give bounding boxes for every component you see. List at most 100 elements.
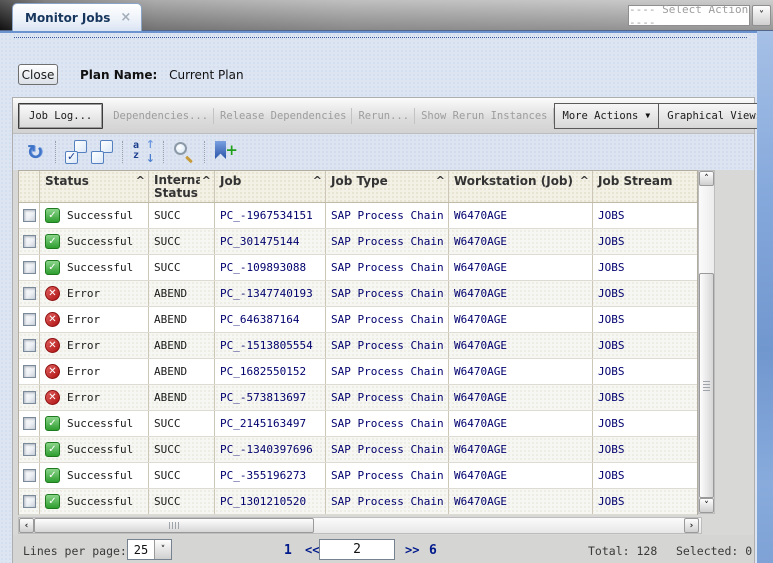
sort-icon[interactable]: az ↑ ↓ xyxy=(130,139,156,165)
scroll-down-button[interactable]: ˅ xyxy=(699,498,714,513)
job-type-cell: SAP Process Chain xyxy=(326,437,449,462)
table-row[interactable]: ✕ Error ABEND PC_646387164 SAP Process C… xyxy=(19,307,697,333)
page-number-input[interactable] xyxy=(319,539,395,560)
horizontal-scrollbar-thumb[interactable] xyxy=(34,518,314,533)
scroll-right-button[interactable]: › xyxy=(684,518,699,533)
table-row[interactable]: ✓ Successful SUCC PC_1301210520 SAP Proc… xyxy=(19,489,697,515)
table-row[interactable]: ✕ Error ABEND PC_-1513805554 SAP Process… xyxy=(19,333,697,359)
lines-per-page-chevron-button[interactable]: ˅ xyxy=(154,540,171,559)
row-checkbox[interactable] xyxy=(23,469,36,482)
sort-ascending-icon[interactable]: ^ xyxy=(313,174,322,187)
job-stream-cell: JOBS xyxy=(593,359,697,384)
job-link[interactable]: PC_-355196273 xyxy=(215,463,326,488)
page-last-link[interactable]: 6 xyxy=(429,543,437,558)
job-link[interactable]: PC_1682550152 xyxy=(215,359,326,384)
row-checkbox[interactable] xyxy=(23,417,36,430)
sort-ascending-icon[interactable]: ^ xyxy=(136,174,145,187)
table-row[interactable]: ✕ Error ABEND PC_1682550152 SAP Process … xyxy=(19,359,697,385)
workstation-cell: W6470AGE xyxy=(449,333,593,358)
content-panel: Close Plan Name: Current Plan Job Log...… xyxy=(0,31,757,563)
vertical-scrollbar-thumb[interactable] xyxy=(699,273,714,498)
header-status[interactable]: Status ^ xyxy=(40,171,149,202)
job-type-cell: SAP Process Chain xyxy=(326,255,449,280)
header-job-stream[interactable]: Job Stream xyxy=(593,171,697,202)
job-link[interactable]: PC_301475144 xyxy=(215,229,326,254)
sort-ascending-icon[interactable]: ^ xyxy=(202,174,211,187)
lines-per-page-label: Lines per page: xyxy=(23,544,127,558)
page-previous-link[interactable]: << xyxy=(305,543,319,557)
job-link[interactable]: PC_-1340397696 xyxy=(215,437,326,462)
close-button[interactable]: Close xyxy=(18,64,58,85)
toolbar-button-show-rerun-instances[interactable]: Show Rerun Instances xyxy=(415,103,553,129)
table-row[interactable]: ✓ Successful SUCC PC_-1340397696 SAP Pro… xyxy=(19,437,697,463)
job-link[interactable]: PC_-1967534151 xyxy=(215,203,326,228)
internal-status-cell: ABEND xyxy=(149,307,215,332)
table-row[interactable]: ✓ Successful SUCC PC_-109893088 SAP Proc… xyxy=(19,255,697,281)
job-link[interactable]: PC_-1347740193 xyxy=(215,281,326,306)
row-checkbox[interactable] xyxy=(23,235,36,248)
tab-bar: Monitor Jobs × ---- Select Action ---- ˅ xyxy=(0,0,773,31)
toolbar-button-graphical-views[interactable]: Graphical Views ▼ xyxy=(659,103,773,129)
table-row[interactable]: ✓ Successful SUCC PC_-1967534151 SAP Pro… xyxy=(19,203,697,229)
workstation-cell: W6470AGE xyxy=(449,411,593,436)
tab-monitor-jobs[interactable]: Monitor Jobs × xyxy=(12,3,142,31)
scroll-left-button[interactable]: ‹ xyxy=(19,518,34,533)
header-workstation[interactable]: Workstation (Job) ^ xyxy=(449,171,593,202)
sort-ascending-icon[interactable]: ^ xyxy=(580,174,589,187)
status-text: Error xyxy=(67,339,100,352)
sort-ascending-icon[interactable]: ^ xyxy=(436,174,445,187)
select-action-control: ---- Select Action ---- ˅ xyxy=(628,5,771,26)
page-next-link[interactable]: >> xyxy=(405,543,419,557)
job-link[interactable]: PC_646387164 xyxy=(215,307,326,332)
job-link[interactable]: PC_2145163497 xyxy=(215,411,326,436)
select-all-icon[interactable]: ✓ xyxy=(63,139,89,165)
job-link[interactable]: PC_-573813697 xyxy=(215,385,326,410)
select-action-chevron-button[interactable]: ˅ xyxy=(752,5,771,26)
row-checkbox[interactable] xyxy=(23,391,36,404)
job-link[interactable]: PC_-1513805554 xyxy=(215,333,326,358)
row-checkbox[interactable] xyxy=(23,209,36,222)
header-job-type[interactable]: Job Type ^ xyxy=(326,171,449,202)
lines-per-page-select[interactable]: 25 ˅ xyxy=(127,539,172,560)
table-row[interactable]: ✓ Successful SUCC PC_-355196273 SAP Proc… xyxy=(19,463,697,489)
search-icon[interactable] xyxy=(171,139,197,165)
horizontal-scrollbar[interactable]: ‹ › xyxy=(18,517,702,534)
row-checkbox[interactable] xyxy=(23,313,36,326)
job-link[interactable]: PC_-109893088 xyxy=(215,255,326,280)
workstation-cell: W6470AGE xyxy=(449,307,593,332)
header-internal-status[interactable]: Internal Status ^ xyxy=(149,171,215,202)
row-checkbox[interactable] xyxy=(23,261,36,274)
toolbar-button-release-dependencies[interactable]: Release Dependencies xyxy=(214,103,352,129)
success-icon: ✓ xyxy=(45,468,60,483)
table-row[interactable]: ✕ Error ABEND PC_-1347740193 SAP Process… xyxy=(19,281,697,307)
toolbar-button-dependencies[interactable]: Dependencies... xyxy=(107,103,214,129)
internal-status-cell: SUCC xyxy=(149,229,215,254)
page-first-link[interactable]: 1 xyxy=(284,543,292,558)
success-icon: ✓ xyxy=(45,260,60,275)
toolbar-button-job-log[interactable]: Job Log... xyxy=(18,103,103,129)
job-type-cell: SAP Process Chain xyxy=(326,411,449,436)
status-text: Error xyxy=(67,365,100,378)
row-checkbox[interactable] xyxy=(23,339,36,352)
toolbar-button-rerun[interactable]: Rerun... xyxy=(352,103,415,129)
header-job[interactable]: Job ^ xyxy=(215,171,326,202)
select-action-dropdown[interactable]: ---- Select Action ---- xyxy=(628,5,750,26)
job-link[interactable]: PC_1301210520 xyxy=(215,489,326,514)
plan-name-line: Plan Name: Current Plan xyxy=(80,68,244,82)
scroll-up-button[interactable]: ˄ xyxy=(699,171,714,186)
table-row[interactable]: ✓ Successful SUCC PC_2145163497 SAP Proc… xyxy=(19,411,697,437)
job-stream-cell: JOBS xyxy=(593,489,697,514)
row-checkbox[interactable] xyxy=(23,287,36,300)
table-row[interactable]: ✓ Successful SUCC PC_301475144 SAP Proce… xyxy=(19,229,697,255)
row-checkbox[interactable] xyxy=(23,443,36,456)
row-checkbox[interactable] xyxy=(23,365,36,378)
tab-close-icon[interactable]: × xyxy=(120,13,131,23)
table-row[interactable]: ✕ Error ABEND PC_-573813697 SAP Process … xyxy=(19,385,697,411)
deselect-all-icon[interactable] xyxy=(89,139,115,165)
vertical-scrollbar[interactable]: ˄ ˅ xyxy=(698,170,715,514)
row-checkbox[interactable] xyxy=(23,495,36,508)
toolbar-button-more-actions[interactable]: More Actions ▼ xyxy=(554,103,660,129)
add-bookmark-icon[interactable]: + xyxy=(212,139,238,165)
refresh-icon[interactable]: ↻ xyxy=(22,139,48,165)
job-stream-cell: JOBS xyxy=(593,229,697,254)
